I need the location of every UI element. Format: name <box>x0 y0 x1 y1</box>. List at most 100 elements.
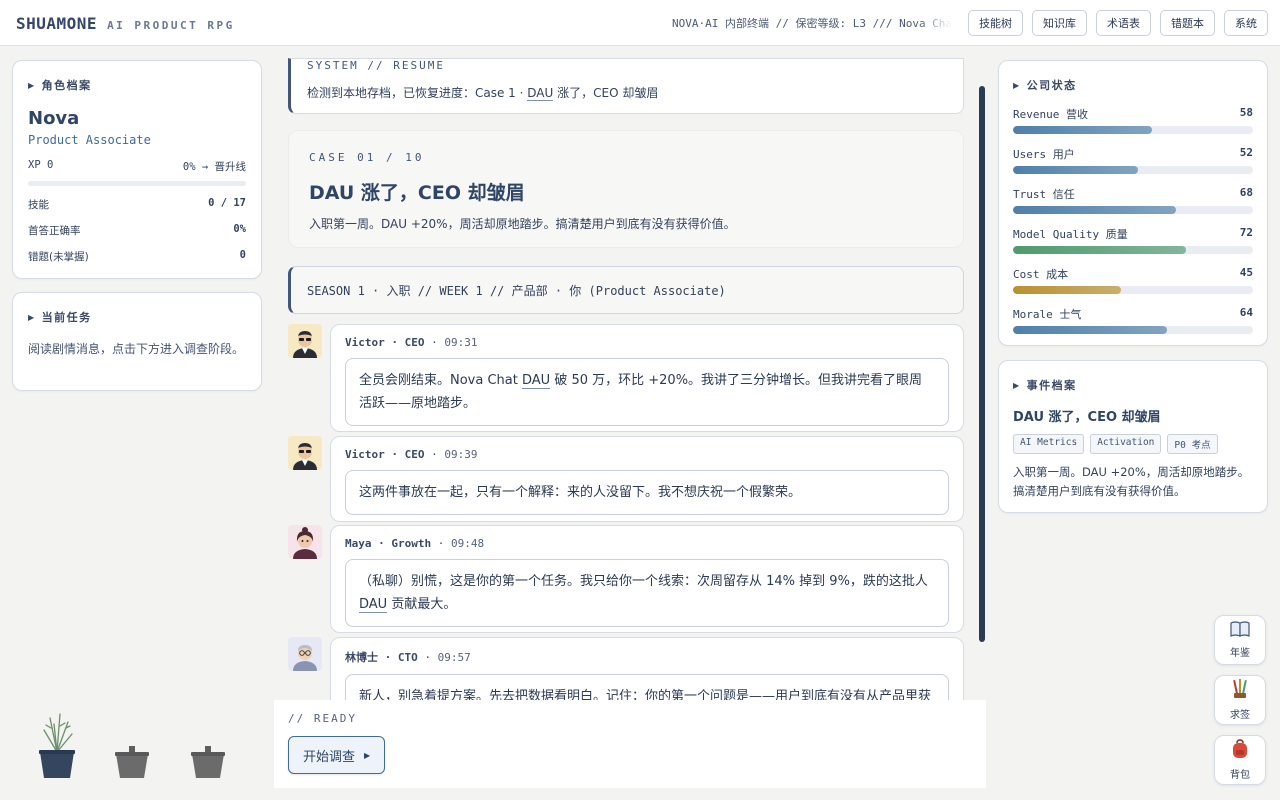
message-time: 09:57 <box>437 651 471 664</box>
top-bar: SHUAMONE AI PRODUCT RPG NOVA·AI 内部终端 // … <box>0 0 1280 46</box>
character-role: Product Associate <box>28 133 151 147</box>
message-text: 这两件事放在一起，只有一个解释：来的人没留下。我不想庆祝一个假繁荣。 <box>345 470 949 515</box>
event-archive-panel: ▶ 事件档案 DAU 涨了，CEO 却皱眉 AI Metrics Activat… <box>998 360 1268 513</box>
metric-bar <box>1013 286 1253 294</box>
system-text: 检测到本地存档，已恢复进度：Case 1 · DAU 涨了，CEO 却皱眉 <box>307 86 659 101</box>
glossary-button[interactable]: 术语表 <box>1096 10 1151 36</box>
xp-progress-bar <box>28 181 246 186</box>
start-investigation-button[interactable]: 开始调查 ▶ <box>288 736 386 774</box>
avatar-victor <box>288 324 322 358</box>
stat-value: 0 <box>239 249 246 261</box>
metric-value: 64 <box>1239 306 1253 319</box>
metric-bar <box>1013 246 1253 254</box>
yearbook-button[interactable]: 年鉴 <box>1214 615 1266 665</box>
plant-pot-icon <box>36 712 78 784</box>
metric-bar-fill <box>1013 246 1186 254</box>
metric-item: Morale 士气 64 <box>1013 306 1253 334</box>
xp-progress-label: 0% → 晋升线 <box>182 161 246 173</box>
event-description: 入职第一周。DAU +20%，周活却原地踏步。搞清楚用户到底有没有获得价值。 <box>1013 465 1250 498</box>
book-icon <box>1230 621 1250 641</box>
fortune-sticks-icon <box>1231 679 1249 703</box>
metric-bar-fill <box>1013 326 1167 334</box>
message-text: （私聊）别慌，这是你的第一个任务。我只给你一个线索：次周留存从 14% 掉到 9… <box>345 559 949 627</box>
metric-label: Model Quality 质量 <box>1013 228 1128 241</box>
chat-message: Victor · CEO · 09:31 全员会刚结束。Nova Chat DA… <box>288 324 964 432</box>
system-resume-card: SYSTEM // RESUME 检测到本地存档，已恢复进度：Case 1 · … <box>288 58 964 114</box>
skill-tree-button[interactable]: 技能树 <box>968 10 1023 36</box>
metric-value: 45 <box>1239 266 1253 279</box>
triangle-icon: ▶ <box>1013 80 1021 90</box>
metric-value: 68 <box>1239 186 1253 199</box>
metric-bar <box>1013 326 1253 334</box>
stat-row: 技能 0 / 17 <box>28 197 246 212</box>
avatar-dr-lin <box>288 637 322 671</box>
stat-value: 0 / 17 <box>208 197 246 209</box>
message-sender: Victor · CEO <box>345 336 425 349</box>
case-number: CASE 01 / 10 <box>309 151 425 164</box>
brand: SHUAMONE AI PRODUCT RPG <box>16 14 235 33</box>
avatar-maya <box>288 525 322 559</box>
event-tags: AI Metrics Activation P0 考点 <box>1013 434 1253 454</box>
metric-value: 58 <box>1239 106 1253 119</box>
play-triangle-icon: ▶ <box>364 750 371 760</box>
message-time: 09:31 <box>444 336 478 349</box>
metric-bar-fill <box>1013 126 1153 134</box>
triangle-icon: ▶ <box>28 80 36 90</box>
glossary-term-dau[interactable]: DAU <box>359 597 388 613</box>
metric-bar <box>1013 206 1253 214</box>
metric-bar-fill <box>1013 166 1138 174</box>
chat-message: Maya · Growth · 09:48 （私聊）别慌，这是你的第一个任务。我… <box>288 525 964 633</box>
backpack-button[interactable]: 背包 <box>1214 735 1266 785</box>
season-text: SEASON 1 · 入职 // WEEK 1 // 产品部 · 你 (Prod… <box>307 283 726 298</box>
message-sender: 林博士 · CTO <box>345 651 418 664</box>
case-card: CASE 01 / 10 DAU 涨了，CEO 却皱眉 入职第一周。DAU +2… <box>288 130 964 248</box>
message-time: 09:48 <box>450 537 485 550</box>
triangle-icon: ▶ <box>1013 380 1021 390</box>
tag: Activation <box>1090 434 1162 454</box>
tag: AI Metrics <box>1013 434 1085 454</box>
tag: P0 考点 <box>1167 434 1218 454</box>
metric-item: Trust 信任 68 <box>1013 186 1253 214</box>
current-task-panel: ▶ 当前任务 阅读剧情消息，点击下方进入调查阶段。 <box>12 292 262 391</box>
system-button[interactable]: 系统 <box>1224 10 1268 36</box>
stat-label: 首答正确率 <box>28 225 81 237</box>
metric-value: 72 <box>1239 226 1253 239</box>
glossary-term-dau[interactable]: DAU <box>527 86 554 101</box>
knowledge-base-button[interactable]: 知识库 <box>1032 10 1087 36</box>
metric-item: Cost 成本 45 <box>1013 266 1253 294</box>
task-description: 阅读剧情消息，点击下方进入调查阶段。 <box>28 342 245 356</box>
metric-item: Users 用户 52 <box>1013 146 1253 174</box>
glossary-term-dau[interactable]: DAU <box>521 373 551 389</box>
character-name: Nova <box>28 108 80 129</box>
brand-subtitle: AI PRODUCT RPG <box>107 19 235 32</box>
xp-label: XP 0 <box>28 159 54 171</box>
metric-label: Revenue 营收 <box>1013 108 1088 121</box>
message-sender: Maya · Growth <box>345 537 432 550</box>
metric-label: Cost 成本 <box>1013 268 1069 281</box>
metric-item: Revenue 营收 58 <box>1013 106 1253 134</box>
metric-label: Morale 士气 <box>1013 308 1082 321</box>
terminal-status: NOVA·AI 内部终端 // 保密等级: L3 /// Nova Chat <box>672 17 952 30</box>
yearbook-label: 年鉴 <box>1230 648 1250 659</box>
ready-label: // READY <box>288 712 357 725</box>
message-sender: Victor · CEO <box>345 448 425 461</box>
empty-pot-icon <box>190 746 226 784</box>
metric-bar-fill <box>1013 206 1177 214</box>
triangle-icon: ▶ <box>28 312 36 322</box>
company-panel-title: 公司状态 <box>1026 79 1077 92</box>
mistake-book-button[interactable]: 错题本 <box>1160 10 1215 36</box>
ready-bar: // READY 开始调查 ▶ <box>274 700 986 788</box>
message-text: 全员会刚结束。Nova Chat DAU 破 50 万，环比 +20%。我讲了三… <box>345 358 949 426</box>
metric-label: Trust 信任 <box>1013 188 1075 201</box>
metric-label: Users 用户 <box>1013 148 1075 161</box>
stat-label: 技能 <box>28 199 49 211</box>
company-status-panel: ▶ 公司状态 Revenue 营收 58 Users 用户 52 Trust 信任 68 M… <box>998 60 1268 346</box>
top-nav: 技能树 知识库 术语表 错题本 系统 <box>968 10 1268 36</box>
fortune-button[interactable]: 求签 <box>1214 675 1266 725</box>
profile-panel-title: 角色档案 <box>41 79 92 92</box>
task-panel-title: 当前任务 <box>41 311 92 324</box>
metric-value: 52 <box>1239 146 1253 159</box>
event-panel-title: 事件档案 <box>1026 379 1077 392</box>
system-label: SYSTEM // RESUME <box>307 59 445 72</box>
chat-scrollbar[interactable] <box>979 86 985 642</box>
